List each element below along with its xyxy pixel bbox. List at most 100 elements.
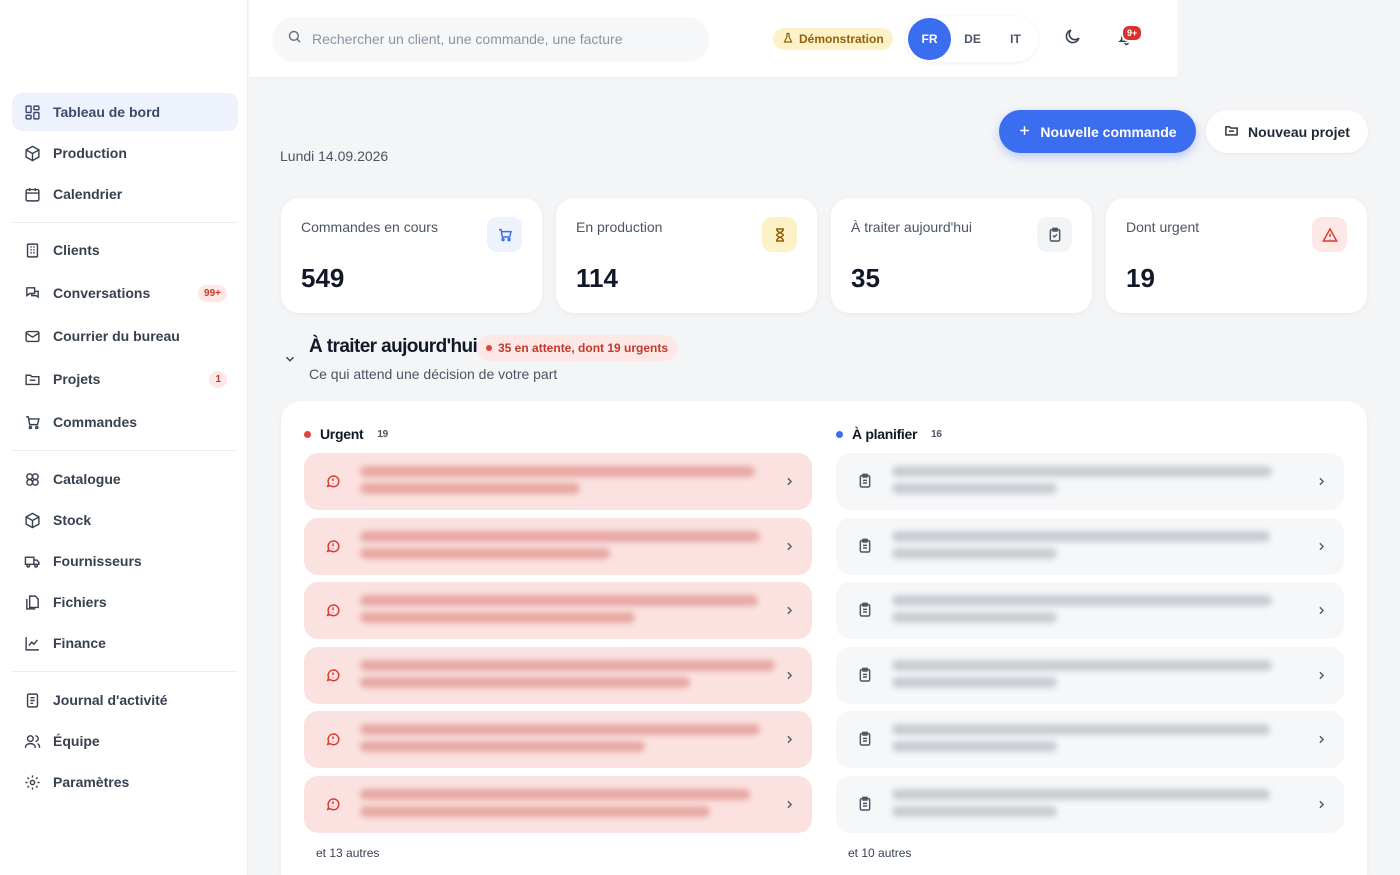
stat-card-production[interactable]: En production 114 [556,198,817,313]
stat-value: 549 [301,263,345,293]
urgent-more-link[interactable]: et 13 autres [316,846,379,860]
blurred-text-line [360,531,760,542]
urgent-item-row[interactable] [304,711,812,768]
blurred-text-line [360,466,755,477]
blurred-text-line [892,466,1272,477]
sidebar-item-production[interactable]: Production [12,134,238,172]
sidebar-item-settings[interactable]: Paramètres [12,763,238,801]
redacted-item-text [360,463,770,499]
sidebar-item-conversations[interactable]: Conversations 99+ [12,274,238,312]
stat-label: En production [576,219,663,235]
blurred-text-line [892,595,1272,606]
stat-value: 19 [1126,263,1155,293]
new-order-button[interactable]: Nouvelle commande [999,110,1196,153]
sidebar-item-finance[interactable]: Finance [12,624,238,662]
stat-label: À traiter aujourd'hui [851,219,972,235]
blurred-text-line [892,741,1057,752]
plan-item-row[interactable] [836,711,1344,768]
plan-column-header: À planifier 16 [836,426,942,442]
chart-line-icon [23,634,41,652]
sidebar-item-clients[interactable]: Clients [12,231,238,269]
blurred-text-line [892,724,1270,735]
blurred-text-line [360,677,690,688]
redacted-item-text [360,657,775,693]
divider [12,450,238,451]
plan-item-row[interactable] [836,647,1344,704]
language-fr[interactable]: FR [908,18,951,60]
blurred-text-line [892,806,1057,817]
sidebar-item-label: Équipe [53,733,100,749]
sidebar-item-label: Projets [53,371,101,387]
sidebar-item-files[interactable]: Fichiers [12,583,238,621]
chevron-right-icon [1312,730,1330,748]
language-it[interactable]: IT [994,18,1037,60]
clipboard-icon [856,795,874,813]
blurred-text-line [360,612,635,623]
plus-icon [1018,124,1031,140]
stat-label: Commandes en cours [301,219,438,235]
sidebar-item-dashboard[interactable]: Tableau de bord [12,93,238,131]
sidebar-item-suppliers[interactable]: Fournisseurs [12,542,238,580]
count-badge: 1 [209,370,227,388]
blurred-text-line [892,548,1057,559]
plan-item-row[interactable] [836,582,1344,639]
blurred-text-line [892,677,1057,688]
search-box[interactable] [273,17,709,61]
mail-icon [23,327,41,345]
urgent-item-row[interactable] [304,453,812,510]
plan-item-row[interactable] [836,518,1344,575]
stat-value: 114 [576,263,618,293]
stat-card-urgent[interactable]: Dont urgent 19 [1106,198,1367,313]
folder-icon [1224,123,1239,141]
calendar-icon [23,185,41,203]
new-project-button[interactable]: Nouveau projet [1206,110,1368,153]
stat-card-orders[interactable]: Commandes en cours 549 [281,198,542,313]
stat-card-today[interactable]: À traiter aujourd'hui 35 [831,198,1092,313]
blurred-text-line [360,724,760,735]
blurred-text-line [360,483,580,494]
sidebar-item-label: Stock [53,512,92,528]
demo-badge: Démonstration [773,28,893,50]
clipboard-icon [856,730,874,748]
chat-icon [23,284,41,302]
folder-icon [23,370,41,388]
sidebar-item-stock[interactable]: Stock [12,501,238,539]
sidebar-item-team[interactable]: Équipe [12,722,238,760]
building-icon [23,241,41,259]
column-count: 16 [931,428,942,440]
language-de[interactable]: DE [951,18,994,60]
urgent-item-row[interactable] [304,518,812,575]
collapse-toggle[interactable] [280,351,300,371]
blurred-text-line [892,660,1272,671]
moon-icon [1063,27,1082,51]
sidebar-item-office-mail[interactable]: Courrier du bureau [12,317,238,355]
theme-toggle-button[interactable] [1057,24,1087,54]
chevron-right-icon [780,537,798,555]
plan-item-row[interactable] [836,776,1344,833]
sidebar-item-label: Clients [53,242,100,258]
chevron-right-icon [780,472,798,490]
sidebar-item-projects[interactable]: Projets 1 [12,360,238,398]
new-order-label: Nouvelle commande [1040,123,1177,140]
plan-item-row[interactable] [836,453,1344,510]
redacted-item-text [892,657,1302,693]
sidebar-item-label: Production [53,145,127,161]
sidebar-item-catalogue[interactable]: Catalogue [12,460,238,498]
sidebar-item-label: Finance [53,635,106,651]
alert-triangle-icon [1312,217,1347,252]
chevron-right-icon [780,795,798,813]
blurred-text-line [360,660,775,671]
search-input[interactable] [312,31,692,47]
urgent-item-row[interactable] [304,647,812,704]
catalogue-icon [23,470,41,488]
sidebar-item-orders[interactable]: Commandes [12,403,238,441]
sidebar-item-calendar[interactable]: Calendrier [12,175,238,213]
urgent-item-row[interactable] [304,582,812,639]
plan-more-link[interactable]: et 10 autres [848,846,911,860]
redacted-item-text [360,786,770,822]
urgent-dot [304,430,311,438]
section-title: À traiter aujourd'hui [309,336,478,357]
sidebar-item-activity-log[interactable]: Journal d'activité [12,681,238,719]
urgent-item-row[interactable] [304,776,812,833]
package-icon [23,144,41,162]
